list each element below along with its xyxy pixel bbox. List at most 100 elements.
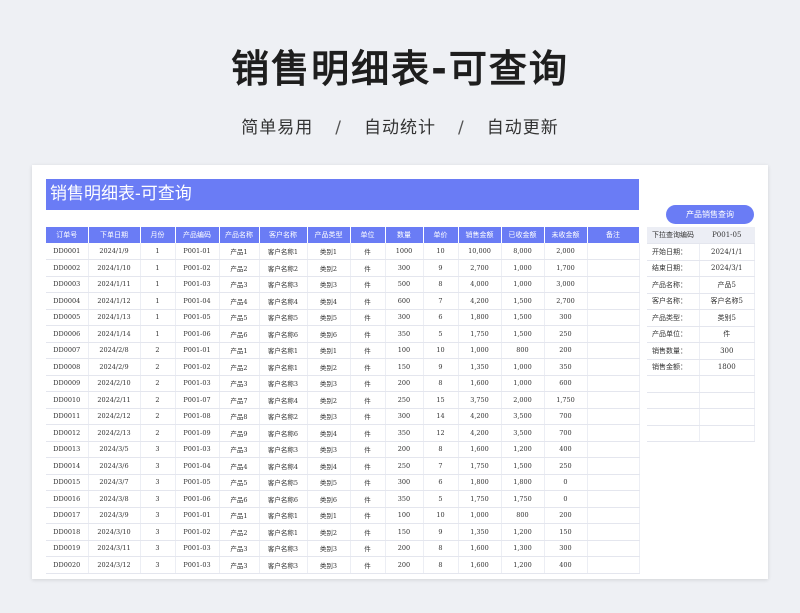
table-cell[interactable]: 1000 (385, 243, 424, 260)
table-cell[interactable]: 1,800 (458, 474, 502, 491)
table-cell[interactable]: 1,750 (458, 490, 502, 508)
table-cell[interactable]: 2,000 (544, 243, 588, 260)
table-cell[interactable] (587, 408, 640, 425)
table-cell[interactable]: 3 (140, 457, 176, 475)
table-cell[interactable]: P001-03 (175, 540, 220, 557)
table-cell[interactable]: 250 (385, 391, 424, 409)
table-cell[interactable]: 3,000 (544, 276, 588, 293)
table-cell[interactable]: 件 (350, 358, 386, 376)
table-cell[interactable]: 4,200 (458, 292, 502, 310)
table-cell[interactable]: 件 (350, 342, 386, 359)
table-cell[interactable]: 件 (350, 556, 386, 574)
table-cell[interactable]: P001-02 (175, 523, 220, 541)
table-cell[interactable]: 200 (544, 342, 588, 359)
column-header[interactable]: 单价 (423, 227, 459, 243)
table-cell[interactable]: 1,700 (544, 259, 588, 277)
table-cell[interactable]: DD0005 (46, 309, 89, 326)
table-cell[interactable]: 150 (544, 523, 588, 541)
table-cell[interactable]: 1,750 (458, 325, 502, 343)
table-cell[interactable]: 产品4 (219, 457, 260, 475)
column-header[interactable]: 产品编码 (175, 227, 220, 243)
table-cell[interactable]: DD0004 (46, 292, 89, 310)
table-cell[interactable]: 1,200 (501, 556, 545, 574)
table-cell[interactable]: 8,000 (501, 243, 545, 260)
table-cell[interactable] (587, 540, 640, 557)
table-cell[interactable]: 类别2 (307, 358, 351, 376)
table-cell[interactable]: 类别3 (307, 408, 351, 425)
table-cell[interactable]: 产品3 (219, 276, 260, 293)
table-cell[interactable]: 类别5 (307, 309, 351, 326)
table-cell[interactable]: 1,350 (458, 523, 502, 541)
table-cell[interactable]: 件 (350, 457, 386, 475)
empty-cell[interactable] (647, 375, 700, 393)
table-cell[interactable]: 300 (385, 474, 424, 491)
table-cell[interactable]: 2 (140, 408, 176, 425)
table-cell[interactable]: 2024/2/8 (88, 342, 141, 359)
table-cell[interactable]: P001-04 (175, 457, 220, 475)
table-cell[interactable]: 1,500 (501, 292, 545, 310)
table-cell[interactable]: 15 (423, 391, 459, 409)
table-cell[interactable]: 9 (423, 358, 459, 376)
table-cell[interactable]: 件 (350, 424, 386, 442)
table-cell[interactable]: 1,000 (458, 507, 502, 524)
table-cell[interactable]: 件 (350, 243, 386, 260)
table-cell[interactable]: 250 (544, 325, 588, 343)
table-cell[interactable]: 类别1 (307, 342, 351, 359)
table-cell[interactable]: 8 (423, 540, 459, 557)
table-cell[interactable]: 件 (350, 325, 386, 343)
column-header[interactable]: 产品类型 (307, 227, 351, 243)
table-cell[interactable]: 4,200 (458, 408, 502, 425)
table-cell[interactable]: 件 (350, 375, 386, 392)
table-cell[interactable]: P001-04 (175, 292, 220, 310)
table-cell[interactable]: 600 (544, 375, 588, 392)
table-cell[interactable]: 700 (544, 424, 588, 442)
table-cell[interactable]: P001-06 (175, 490, 220, 508)
table-cell[interactable]: 3 (140, 474, 176, 491)
table-cell[interactable]: 1,600 (458, 375, 502, 392)
table-cell[interactable]: P001-07 (175, 391, 220, 409)
table-cell[interactable]: 类别6 (307, 490, 351, 508)
table-cell[interactable]: 2024/2/12 (88, 408, 141, 425)
table-cell[interactable]: 产品3 (219, 375, 260, 392)
table-cell[interactable]: 2,000 (501, 391, 545, 409)
table-cell[interactable]: 6 (423, 309, 459, 326)
table-cell[interactable]: 250 (544, 457, 588, 475)
table-cell[interactable]: 4,200 (458, 424, 502, 442)
table-cell[interactable]: 产品2 (219, 259, 260, 277)
table-cell[interactable]: 2024/3/12 (88, 556, 141, 574)
table-cell[interactable] (587, 259, 640, 277)
table-cell[interactable]: 100 (385, 342, 424, 359)
table-cell[interactable]: 1,000 (458, 342, 502, 359)
table-cell[interactable] (587, 292, 640, 310)
table-cell[interactable]: P001-02 (175, 259, 220, 277)
table-cell[interactable]: 10 (423, 243, 459, 260)
column-header[interactable]: 单位 (350, 227, 386, 243)
empty-cell[interactable] (647, 408, 700, 426)
table-cell[interactable]: P001-08 (175, 408, 220, 425)
table-cell[interactable]: 客户名称5 (259, 309, 308, 326)
table-cell[interactable] (587, 474, 640, 491)
table-cell[interactable]: 产品1 (219, 342, 260, 359)
table-cell[interactable]: 类别2 (307, 259, 351, 277)
table-cell[interactable]: 件 (350, 474, 386, 491)
table-cell[interactable]: 2024/2/10 (88, 375, 141, 392)
table-cell[interactable] (587, 523, 640, 541)
table-cell[interactable]: 2024/3/5 (88, 441, 141, 458)
table-cell[interactable]: 1,500 (501, 457, 545, 475)
table-cell[interactable]: 8 (423, 276, 459, 293)
table-cell[interactable]: 1,000 (501, 358, 545, 376)
table-cell[interactable] (587, 556, 640, 574)
table-cell[interactable]: 1,500 (501, 325, 545, 343)
table-cell[interactable]: P001-09 (175, 424, 220, 442)
table-cell[interactable]: 2024/3/8 (88, 490, 141, 508)
table-cell[interactable]: 类别1 (307, 507, 351, 524)
empty-cell[interactable] (699, 375, 755, 393)
table-cell[interactable]: 150 (385, 358, 424, 376)
table-cell[interactable]: 3 (140, 556, 176, 574)
table-cell[interactable]: 300 (385, 408, 424, 425)
table-cell[interactable]: 件 (350, 441, 386, 458)
table-cell[interactable] (587, 309, 640, 326)
table-cell[interactable]: 1,350 (458, 358, 502, 376)
table-cell[interactable]: 700 (544, 408, 588, 425)
table-cell[interactable]: 产品4 (219, 292, 260, 310)
